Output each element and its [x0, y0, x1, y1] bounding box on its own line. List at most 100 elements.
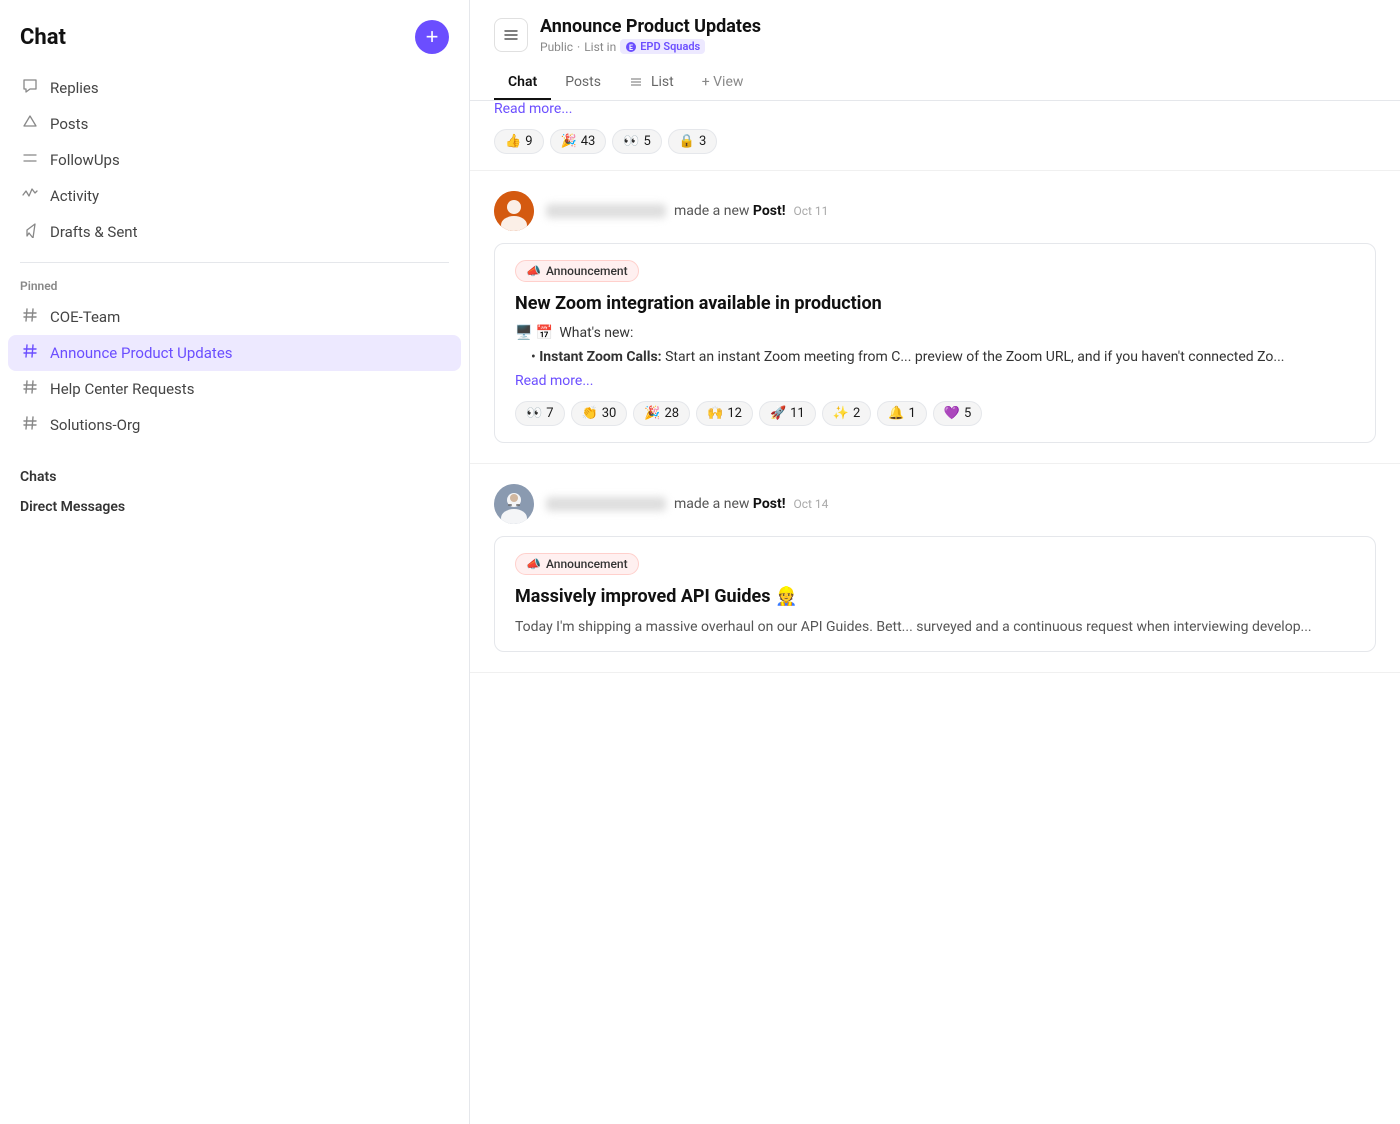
reaction-lock-count: 3	[699, 134, 706, 149]
reaction-party-count: 43	[581, 134, 596, 149]
tab-list-label: List	[651, 74, 674, 90]
activity-icon	[20, 186, 40, 206]
announcement-icon-api: 📣	[526, 557, 541, 571]
zoom-reactions: 👀 7 👏 30 🎉 28 🙌 12	[515, 401, 1355, 426]
subtitle-public: Public	[540, 40, 573, 54]
post-title-zoom: New Zoom integration available in produc…	[515, 292, 1355, 315]
message2-action-strong: Post!	[753, 203, 786, 219]
tab-add-view[interactable]: + View	[688, 66, 758, 100]
sidebar-item-posts[interactable]: Posts	[8, 106, 461, 142]
dm-section-label: Direct Messages	[0, 489, 469, 519]
add-button[interactable]: +	[415, 20, 449, 54]
reaction-clap[interactable]: 👏 30	[571, 401, 628, 426]
sidebar-item-solutions-org[interactable]: Solutions-Org	[8, 407, 461, 443]
hash-icon-solutions	[20, 415, 40, 435]
tab-chat-label: Chat	[508, 74, 537, 90]
list-view-button[interactable]	[494, 18, 528, 52]
drafts-icon	[20, 222, 40, 242]
message2-meta-row: made a new Post! Oct 11	[546, 203, 828, 219]
main-title-block: Announce Product Updates Public · List i…	[540, 16, 761, 54]
main-content: Announce Product Updates Public · List i…	[470, 0, 1400, 1124]
reaction-party2[interactable]: 🎉 28	[633, 401, 690, 426]
message3-action: made a new Post!	[674, 496, 785, 512]
replies-label: Replies	[50, 79, 99, 97]
message3-meta-row: made a new Post! Oct 14	[546, 496, 828, 512]
top-read-more-link[interactable]: Read more...	[494, 101, 1376, 117]
epd-badge: E EPD Squads	[620, 39, 705, 54]
main-tabs: Chat Posts List + View	[494, 66, 1376, 100]
reaction-raised-hands[interactable]: 🙌 12	[696, 401, 753, 426]
reaction-thumbsup-emoji: 👍	[505, 134, 521, 149]
tab-chat[interactable]: Chat	[494, 66, 551, 100]
message3-action-strong: Post!	[753, 496, 786, 512]
sidebar-nav: Replies Posts FollowUps	[0, 70, 469, 250]
main-subtitle: Public · List in E EPD Squads	[540, 39, 761, 54]
whats-new-text: What's new:	[559, 325, 633, 341]
tab-add-view-label: + View	[702, 74, 744, 90]
subtitle-dot: ·	[577, 40, 580, 54]
bullet-zoom-calls: Instant Zoom Calls: Start an instant Zoo…	[515, 349, 1355, 365]
post-card-api: 📣 Announcement Massively improved API Gu…	[494, 536, 1376, 651]
tab-posts-label: Posts	[565, 74, 601, 90]
reaction-purple-heart[interactable]: 💜 5	[933, 401, 983, 426]
sidebar-item-coe-team[interactable]: COE-Team	[8, 299, 461, 335]
chat-content: Read more... 👍 9 🎉 43 👀 5 🔒 3	[470, 101, 1400, 1124]
reaction-rocket[interactable]: 🚀 11	[759, 401, 816, 426]
api-partial-text: Today I'm shipping a massive overhaul on…	[515, 619, 1355, 635]
reaction-thumbsup[interactable]: 👍 9	[494, 129, 544, 154]
reaction-eyes2[interactable]: 👀 7	[515, 401, 565, 426]
main-header-top: Announce Product Updates Public · List i…	[494, 16, 1376, 54]
subtitle-list: List in	[584, 40, 616, 54]
announce-product-updates-label: Announce Product Updates	[50, 344, 233, 362]
tab-posts[interactable]: Posts	[551, 66, 615, 100]
activity-label: Activity	[50, 187, 99, 205]
sidebar-item-drafts[interactable]: Drafts & Sent	[8, 214, 461, 250]
followups-label: FollowUps	[50, 151, 120, 169]
sidebar-item-followups[interactable]: FollowUps	[8, 142, 461, 178]
post-title-api: Massively improved API Guides 👷	[515, 585, 1355, 608]
reaction-thumbsup-count: 9	[525, 134, 532, 149]
sidebar: Chat + Replies Posts	[0, 0, 470, 1124]
main-header: Announce Product Updates Public · List i…	[470, 0, 1400, 101]
solutions-org-label: Solutions-Org	[50, 416, 140, 434]
post-card-zoom: 📣 Announcement New Zoom integration avai…	[494, 243, 1376, 443]
message3-date: Oct 14	[793, 497, 828, 511]
reaction-sparkles[interactable]: ✨ 2	[822, 401, 872, 426]
hash-icon-help	[20, 379, 40, 399]
sidebar-divider	[20, 262, 449, 263]
chats-section-label: Chats	[0, 459, 469, 489]
bullet-strong-zoom: Instant Zoom Calls:	[539, 349, 661, 365]
sidebar-header: Chat +	[0, 0, 469, 70]
svg-text:E: E	[629, 44, 633, 52]
avatar-msg2	[494, 191, 534, 231]
reaction-bell[interactable]: 🔔 1	[877, 401, 927, 426]
message2-action: made a new Post!	[674, 203, 785, 219]
partial-top-message: Read more... 👍 9 🎉 43 👀 5 🔒 3	[470, 101, 1400, 171]
message3-header: made a new Post! Oct 14	[494, 484, 1376, 524]
username3-blur	[546, 497, 666, 511]
sidebar-item-help-center[interactable]: Help Center Requests	[8, 371, 461, 407]
reaction-lock[interactable]: 🔒 3	[668, 129, 718, 154]
whats-new-icons: 🖥️ 📅	[515, 325, 553, 341]
hash-icon-coe	[20, 307, 40, 327]
hash-icon-announce	[20, 343, 40, 363]
username2-blur	[546, 204, 666, 218]
reaction-eyes[interactable]: 👀 5	[612, 129, 662, 154]
followups-icon	[20, 150, 40, 170]
posts-icon	[20, 114, 40, 134]
posts-label: Posts	[50, 115, 88, 133]
main-title: Announce Product Updates	[540, 16, 761, 37]
read-more-zoom[interactable]: Read more...	[515, 373, 1355, 389]
tab-list[interactable]: List	[615, 66, 688, 100]
whats-new-row: 🖥️ 📅 What's new:	[515, 325, 1355, 341]
sidebar-item-replies[interactable]: Replies	[8, 70, 461, 106]
reaction-party[interactable]: 🎉 43	[550, 129, 607, 154]
announcement-icon-zoom: 📣	[526, 264, 541, 278]
announcement-badge-zoom: 📣 Announcement	[515, 260, 639, 282]
announcement-label-zoom: Announcement	[546, 264, 628, 278]
pinned-section-label: Pinned	[0, 275, 469, 299]
reaction-eyes-count: 5	[644, 134, 651, 149]
message2-header: made a new Post! Oct 11	[494, 191, 1376, 231]
sidebar-item-announce-product-updates[interactable]: Announce Product Updates	[8, 335, 461, 371]
sidebar-item-activity[interactable]: Activity	[8, 178, 461, 214]
